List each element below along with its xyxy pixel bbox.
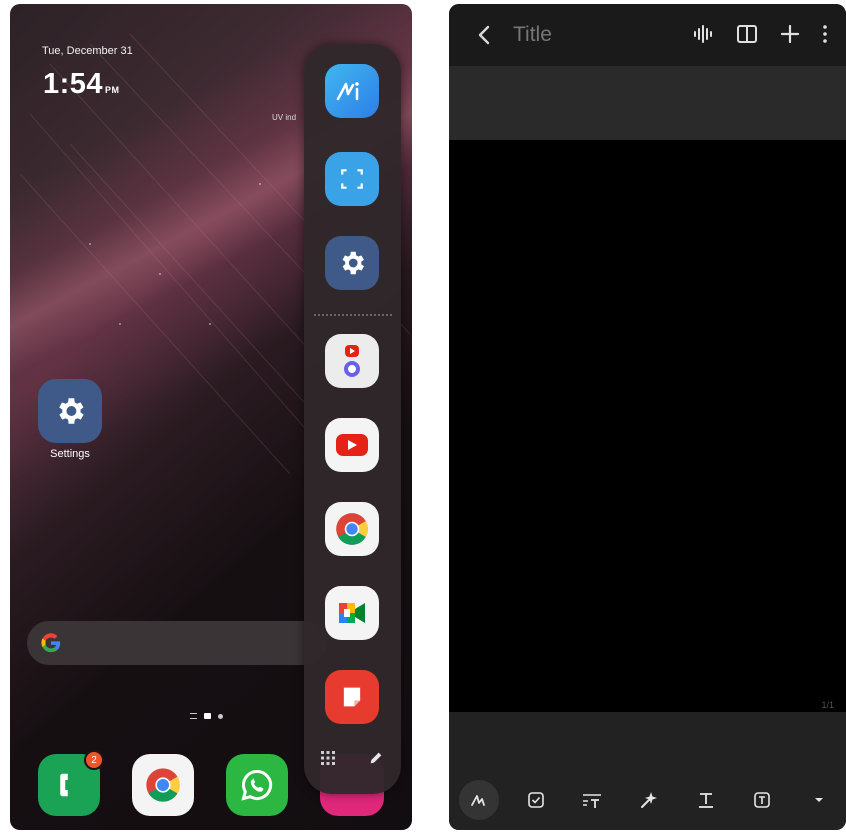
edge-panel[interactable] [304,44,401,794]
lockscreen-date: Tue, December 31 [42,45,133,57]
expand-icon [814,798,823,802]
google-g-icon [41,633,61,653]
google-search-bar[interactable] [27,621,327,665]
apps-grid-icon[interactable] [320,751,335,765]
text-format-tool-button[interactable] [572,780,612,820]
edit-pencil-icon[interactable] [368,750,384,766]
text-icon [698,793,713,808]
edge-panel-tools [304,750,401,766]
checkbox-icon [527,792,544,808]
google-meet-icon [339,603,365,623]
ai-icon [336,82,359,101]
voice-wave-icon[interactable] [692,24,714,44]
youtube-icon [336,434,368,456]
edge-app-screen-capture[interactable] [325,152,379,206]
edge-app-youtube[interactable] [325,418,379,472]
bottom-toolbar [459,780,839,820]
pager-dot [218,713,223,719]
edge-app-settings[interactable] [325,236,379,290]
pen-tool-button[interactable] [459,780,499,820]
back-arrow-icon[interactable] [473,23,497,47]
notes-top-bar: Title [449,4,846,66]
textbox-icon [754,792,771,808]
phone-icon [60,773,68,797]
edge-panel-divider [314,314,392,316]
note-header-area [449,66,846,140]
notes-editor-screen: Title 1/1 [449,4,846,830]
settings-app-label: Settings [50,448,90,460]
clock: 1:54 PM [43,68,120,101]
whatsapp-app-icon[interactable] [226,754,288,816]
pager-lines [190,713,197,719]
chrome-app-icon[interactable] [132,754,194,816]
settings-app-icon[interactable] [38,379,102,443]
pager-home [204,713,211,719]
text-format-icon [583,794,602,808]
page-indicator [190,713,223,719]
text-tool-button[interactable] [686,780,726,820]
edge-app-ai[interactable] [325,64,379,118]
page-number: 1/1 [821,700,834,710]
textbox-tool-button[interactable] [742,780,782,820]
ai-assist-tool-button[interactable] [629,780,669,820]
clock-ampm: PM [105,85,120,95]
edge-app-chrome[interactable] [325,502,379,556]
screen-capture-icon [341,169,363,189]
phone-app-icon[interactable]: 2 [38,750,104,816]
pen-icon [471,795,485,806]
checkbox-tool-button[interactable] [516,780,556,820]
more-icon[interactable] [822,24,828,44]
book-view-icon[interactable] [736,24,758,44]
edge-app-pair[interactable] [325,334,379,388]
edge-app-notes[interactable] [325,670,379,724]
chrome-icon [336,513,368,545]
chrome-icon [146,768,180,802]
top-toolbar [692,24,828,44]
whatsapp-icon [241,769,273,801]
add-icon[interactable] [780,24,800,44]
home-screen: Tue, December 31 1:54 PM UV ind Settings … [10,4,412,830]
expand-toolbar-button[interactable] [799,780,839,820]
edge-app-google-meet[interactable] [325,586,379,640]
ai-assist-icon [640,792,657,808]
notification-badge: 2 [84,750,104,770]
settings-icon [342,251,364,275]
clock-time: 1:54 [43,68,104,100]
note-title-input[interactable]: Title [513,23,552,47]
app-pair-icon [344,345,360,377]
note-canvas[interactable] [449,140,846,712]
gear-icon [59,398,84,424]
notes-icon [343,687,361,707]
weather-widget-text: UV ind [272,113,297,122]
